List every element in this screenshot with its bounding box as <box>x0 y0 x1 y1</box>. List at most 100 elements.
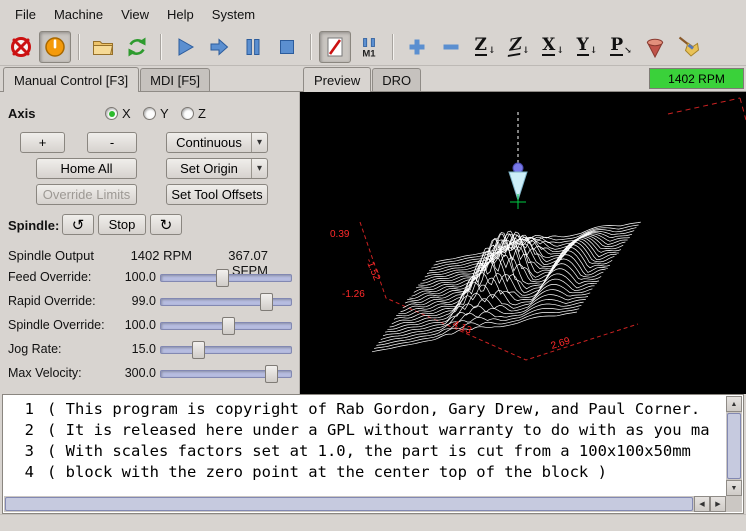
spindle-label: Spindle: <box>8 218 59 233</box>
spindle-override-slider[interactable] <box>160 317 292 335</box>
slider-track[interactable] <box>160 346 292 354</box>
set-origin-select[interactable]: Set Origin <box>166 158 268 179</box>
menu-system[interactable]: System <box>203 2 264 27</box>
axis-radio-z[interactable]: Z <box>181 106 206 121</box>
front-view-x-icon: X↓ <box>542 37 564 56</box>
skip-lines-button[interactable] <box>319 31 351 63</box>
gcode-line[interactable]: 2( It is released here under a GPL witho… <box>4 420 726 441</box>
view-rotated-top-button[interactable]: Z↓ <box>503 31 535 63</box>
menu-machine[interactable]: Machine <box>45 2 112 27</box>
line-number: 1 <box>4 399 34 420</box>
tab-mdi[interactable]: MDI [F5] <box>140 68 210 91</box>
vertical-scroll-thumb[interactable] <box>727 413 741 479</box>
step-button[interactable] <box>203 31 235 63</box>
reload-file-button[interactable] <box>121 31 153 63</box>
line-text: ( With scales factors set at 1.0, the pa… <box>47 441 691 462</box>
svg-text:0.39: 0.39 <box>330 229 350 240</box>
optional-pause-button[interactable]: M1 <box>353 31 385 63</box>
stop-button[interactable] <box>271 31 303 63</box>
radio-button-icon[interactable] <box>105 107 118 120</box>
tab-preview[interactable]: Preview <box>303 67 371 92</box>
run-icon <box>172 34 198 60</box>
menu-help[interactable]: Help <box>158 2 203 27</box>
slider-thumb[interactable] <box>192 341 205 359</box>
line-text: ( It is released here under a GPL withou… <box>47 420 710 441</box>
line-text: ( This program is copyright of Rab Gordo… <box>47 399 700 420</box>
gcode-line[interactable]: 3( With scales factors set at 1.0, the p… <box>4 441 726 462</box>
set-origin-label: Set Origin <box>167 161 251 176</box>
pause-button[interactable] <box>237 31 269 63</box>
slider-thumb[interactable] <box>216 269 229 287</box>
axis-radio-y[interactable]: Y <box>143 106 169 121</box>
broom-icon <box>676 34 702 60</box>
svg-text:2.69: 2.69 <box>550 336 572 352</box>
radio-button-icon[interactable] <box>181 107 194 120</box>
slider-value: 100.0 <box>104 270 156 284</box>
home-all-button[interactable]: Home All <box>36 158 137 179</box>
tab-dro[interactable]: DRO <box>372 68 421 91</box>
rapid-override-slider[interactable] <box>160 293 292 311</box>
preview-canvas[interactable]: 0.39-1.52-1.264.132.69 <box>300 92 746 394</box>
menu-file[interactable]: File <box>6 2 45 27</box>
view-side-button[interactable]: Y↓ <box>571 31 603 63</box>
horizontal-scroll-thumb[interactable] <box>5 497 693 511</box>
feed-override-slider[interactable] <box>160 269 292 287</box>
max-velocity-row: Max Velocity: 300.0 <box>0 364 300 384</box>
axis-radio-x[interactable]: X <box>105 106 131 121</box>
toolpath-lines <box>372 222 641 352</box>
override-limits-button[interactable]: Override Limits <box>36 184 137 205</box>
estop-icon <box>8 34 34 60</box>
view-top-button[interactable]: Z↓ <box>469 31 501 63</box>
slider-thumb[interactable] <box>265 365 278 383</box>
slider-value: 300.0 <box>104 366 156 380</box>
machine-power-button[interactable] <box>39 31 71 63</box>
slider-thumb[interactable] <box>260 293 273 311</box>
run-button[interactable] <box>169 31 201 63</box>
clear-plot-button[interactable] <box>673 31 705 63</box>
slider-label: Jog Rate: <box>8 342 62 356</box>
scroll-left-arrow[interactable]: ◀ <box>694 496 710 512</box>
gcode-line[interactable]: 1 ( This program is copyright of Rab Gord… <box>4 399 726 420</box>
gcode-horizontal-scrollbar[interactable]: ◀ ▶ <box>4 496 726 512</box>
preview-area[interactable]: 0.39-1.52-1.264.132.69 <box>300 92 746 394</box>
estop-button[interactable] <box>5 31 37 63</box>
jog-mode-select[interactable]: Continuous <box>166 132 268 153</box>
perspective-view-p-icon: P↘ <box>610 37 631 56</box>
max-velocity-slider[interactable] <box>160 365 292 383</box>
scroll-down-arrow[interactable]: ▼ <box>726 480 742 496</box>
zoom-out-button[interactable] <box>435 31 467 63</box>
set-tool-offsets-button[interactable]: Set Tool Offsets <box>166 184 268 205</box>
jog-plus-button[interactable]: + <box>20 132 65 153</box>
main-area: Manual Control [F3] MDI [F5] Axis X Y Z <box>0 66 746 394</box>
scroll-right-arrow[interactable]: ▶ <box>710 496 726 512</box>
axis-option-label: X <box>122 106 131 121</box>
slider-thumb[interactable] <box>222 317 235 335</box>
view-perspective-button[interactable]: P↘ <box>605 31 637 63</box>
gcode-vertical-scrollbar[interactable]: ▲ ▼ <box>726 396 742 496</box>
jog-rate-slider[interactable] <box>160 341 292 359</box>
spindle-reverse-button[interactable]: ↺ <box>62 214 94 235</box>
manual-control-panel: Axis X Y Z + - Continuous Home All <box>0 92 300 394</box>
rotate-mode-button[interactable] <box>639 31 671 63</box>
zoom-in-button[interactable] <box>401 31 433 63</box>
rotate-cone-icon <box>642 34 668 60</box>
spindle-forward-button[interactable]: ↻ <box>150 214 182 235</box>
pause-icon <box>240 34 266 60</box>
toolbar: M1 Z↓ Z↓ X↓ Y↓ P↘ <box>0 28 746 66</box>
radio-button-icon[interactable] <box>143 107 156 120</box>
machine-extents-lines <box>668 98 746 120</box>
menu-view[interactable]: View <box>112 2 158 27</box>
slider-value: 100.0 <box>104 318 156 332</box>
step-arrow-icon <box>206 34 232 60</box>
open-file-button[interactable] <box>87 31 119 63</box>
spindle-forward-icon: ↻ <box>160 216 173 234</box>
tab-manual-control[interactable]: Manual Control [F3] <box>3 67 139 92</box>
scroll-up-arrow[interactable]: ▲ <box>726 396 742 412</box>
spindle-output-label: Spindle Output <box>8 248 94 263</box>
zoom-out-icon <box>438 34 464 60</box>
view-front-button[interactable]: X↓ <box>537 31 569 63</box>
toolbar-separator <box>392 34 394 60</box>
jog-minus-button[interactable]: - <box>87 132 137 153</box>
gcode-line[interactable]: 4( block with the zero point at the cent… <box>4 462 726 483</box>
spindle-stop-button[interactable]: Stop <box>98 214 146 235</box>
